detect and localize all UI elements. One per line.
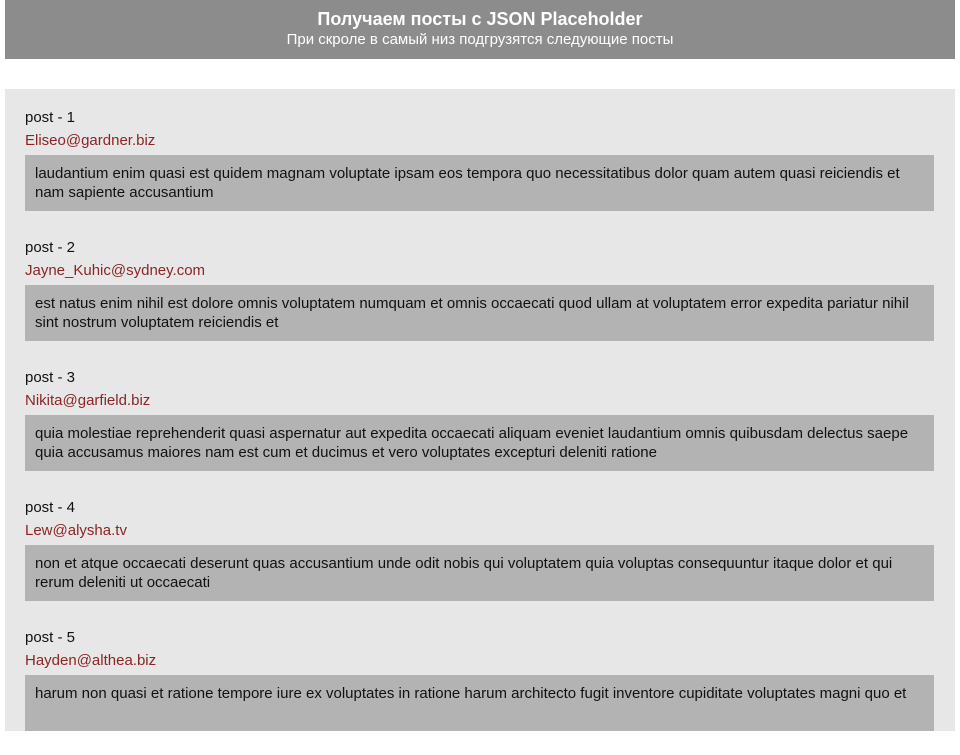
- post-number: post - 5: [25, 629, 76, 646]
- post-author-email: Nikita@garfield.biz: [25, 392, 151, 409]
- post-item: post - 5 Hayden@althea.biz harum non qua…: [25, 628, 935, 755]
- post-body: laudantium enim quasi est quidem magnam …: [25, 155, 934, 211]
- post-author-email: Eliseo@gardner.biz: [25, 132, 156, 149]
- post-number: post - 4: [25, 499, 76, 516]
- post-number: post - 3: [25, 369, 76, 386]
- post-number: post - 1: [25, 109, 76, 126]
- page-subtitle: При скроле в самый низ подгрузятся следу…: [286, 31, 674, 48]
- post-body: harum non quasi et ratione tempore iure …: [25, 675, 934, 731]
- post-author-email: Jayne_Kuhic@sydney.com: [25, 262, 206, 279]
- page-title: Получаем посты с JSON Placeholder: [317, 9, 643, 29]
- post-author-email: Lew@alysha.tv: [25, 522, 127, 539]
- post-body: quia molestiae reprehenderit quasi asper…: [25, 415, 934, 471]
- post-body: non et atque occaecati deserunt quas acc…: [25, 545, 934, 601]
- page-header: Получаем посты с JSON Placeholder При ск…: [5, 0, 955, 59]
- post-item: post - 4 Lew@alysha.tv non et atque occa…: [25, 498, 935, 625]
- post-number: post - 2: [25, 239, 76, 256]
- post-author-email: Hayden@althea.biz: [25, 652, 157, 669]
- post-item: post - 3 Nikita@garfield.biz quia molest…: [25, 368, 935, 495]
- post-item: post - 1 Eliseo@gardner.biz laudantium e…: [25, 108, 935, 235]
- post-body: est natus enim nihil est dolore omnis vo…: [25, 285, 934, 341]
- posts-list[interactable]: post - 1 Eliseo@gardner.biz laudantium e…: [5, 89, 955, 731]
- post-item: post - 2 Jayne_Kuhic@sydney.com est natu…: [25, 238, 935, 365]
